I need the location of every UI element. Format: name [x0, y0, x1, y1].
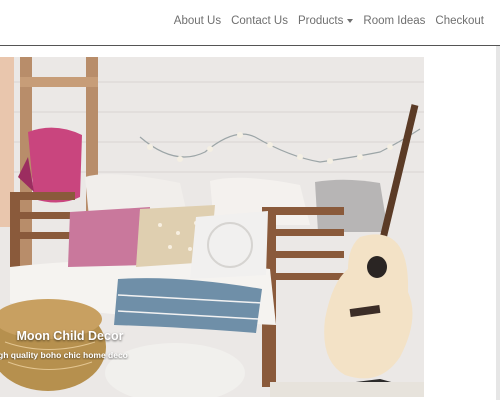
hero-image — [0, 57, 424, 397]
nav-products-dropdown[interactable]: Products — [298, 15, 354, 27]
nav-contact-us[interactable]: Contact Us — [231, 15, 288, 27]
scrollbar-track[interactable] — [496, 46, 500, 400]
nav-products-label: Products — [298, 15, 344, 27]
chevron-down-icon — [347, 18, 354, 23]
living-room-photo — [0, 57, 424, 397]
nav-checkout[interactable]: Checkout — [435, 15, 484, 27]
nav-about-us[interactable]: About Us — [174, 15, 221, 27]
main-nav: About Us Contact Us Products Room Ideas … — [174, 15, 484, 27]
hero-caption-subtitle: gh quality boho chic home deco — [0, 350, 128, 360]
nav-room-ideas[interactable]: Room Ideas — [363, 15, 425, 27]
top-navbar: About Us Contact Us Products Room Ideas … — [0, 0, 500, 46]
navbar-divider — [0, 45, 500, 46]
hero-caption-title: Moon Child Decor — [16, 329, 124, 343]
